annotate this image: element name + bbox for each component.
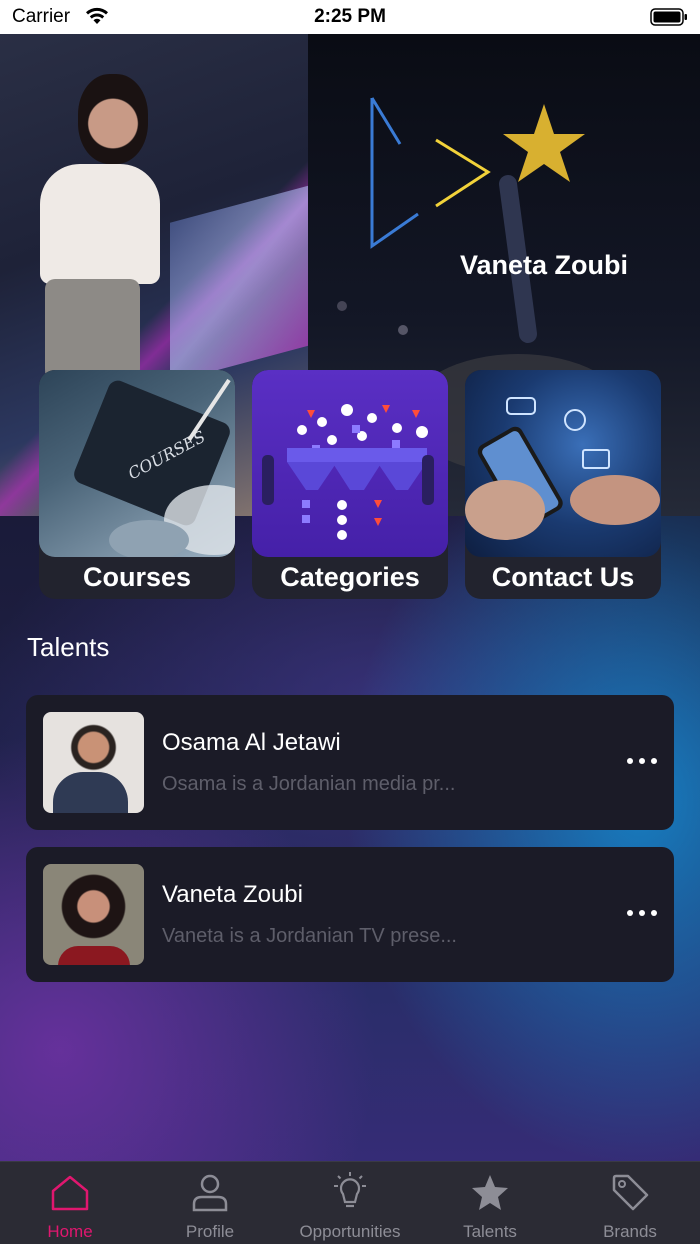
talent-description: Osama is a Jordanian media pr... <box>162 773 456 795</box>
categories-label: Categories <box>280 562 420 592</box>
tag-icon <box>612 1174 649 1211</box>
courses-label: Courses <box>82 562 192 592</box>
hero-featured-name: Vaneta Zoubi <box>460 250 629 280</box>
tab-home-label: Home <box>47 1222 93 1241</box>
tab-home[interactable]: Home <box>0 1162 140 1244</box>
profile-icon <box>192 1174 228 1212</box>
star-icon <box>472 1175 508 1210</box>
more-options-icon[interactable] <box>626 905 658 921</box>
avatar <box>43 712 144 813</box>
tab-talents-label: Talents <box>463 1222 517 1241</box>
battery-icon <box>650 8 687 26</box>
clock: 2:25 PM <box>314 6 386 27</box>
avatar <box>43 864 144 965</box>
tab-brands-label: Brands <box>603 1222 657 1241</box>
tab-opportunities-label: Opportunities <box>299 1222 401 1241</box>
tab-profile-label: Profile <box>185 1222 235 1241</box>
tab-bar: Home Profile Opportunities Talents Brand… <box>0 1161 700 1244</box>
home-icon <box>51 1175 89 1211</box>
contact-us-card[interactable]: Contact Us <box>465 370 661 599</box>
talents-section-title: Talents <box>27 632 110 662</box>
courses-image: COURSES <box>39 370 235 557</box>
talent-card[interactable]: Osama Al Jetawi Osama is a Jordanian med… <box>26 695 674 830</box>
talent-name: Vaneta Zoubi <box>162 881 303 908</box>
tab-profile[interactable]: Profile <box>140 1162 280 1244</box>
tab-brands[interactable]: Brands <box>560 1162 700 1244</box>
contact-us-label: Contact Us <box>491 562 635 592</box>
talent-card[interactable]: Vaneta Zoubi Vaneta is a Jordanian TV pr… <box>26 847 674 982</box>
lightbulb-icon <box>334 1172 366 1208</box>
tab-talents[interactable]: Talents <box>420 1162 560 1244</box>
more-options-icon[interactable] <box>626 753 658 769</box>
talent-name: Osama Al Jetawi <box>162 729 341 756</box>
contact-us-image <box>465 370 661 557</box>
tab-opportunities[interactable]: Opportunities <box>280 1162 420 1244</box>
categories-image <box>252 370 448 557</box>
status-bar: Carrier 2:25 PM <box>0 0 700 34</box>
categories-card[interactable]: Categories <box>252 370 448 599</box>
courses-card[interactable]: COURSES Courses <box>39 370 235 599</box>
talent-description: Vaneta is a Jordanian TV prese... <box>162 925 457 947</box>
